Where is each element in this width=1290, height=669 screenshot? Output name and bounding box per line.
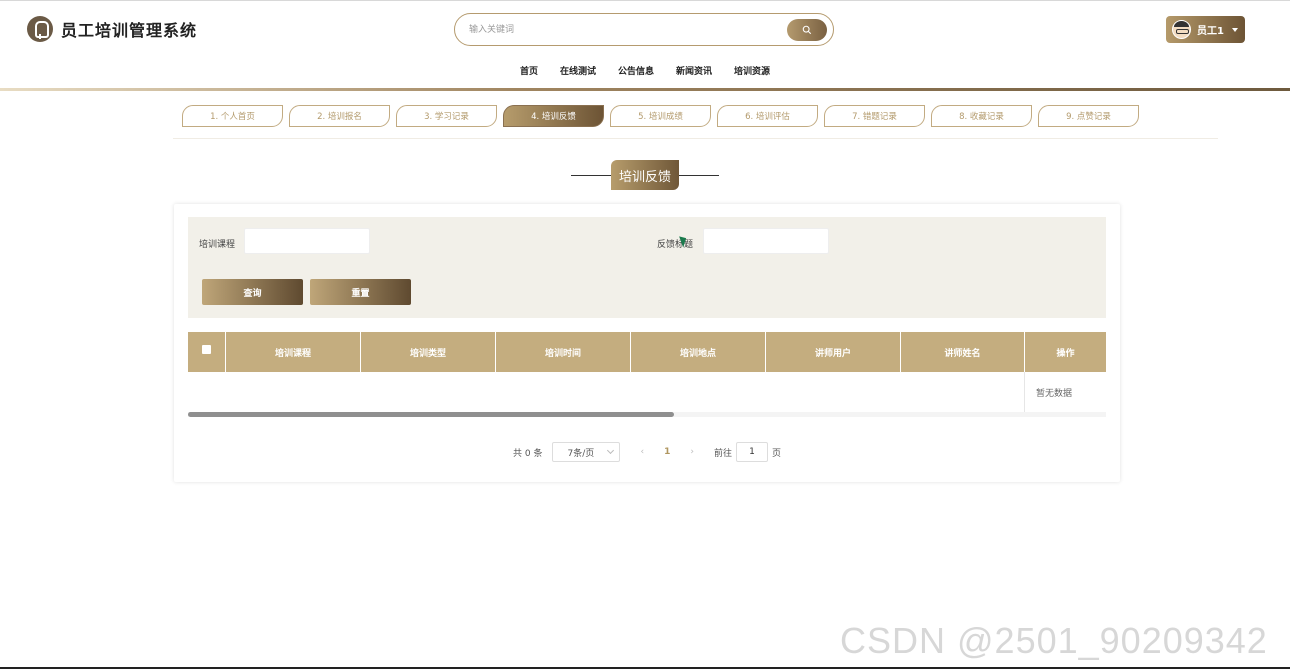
logo-icon <box>27 16 53 42</box>
page-size-value: 7条/页 <box>567 448 595 459</box>
content-card: 培训课程 反馈标题 查询 重置 培训课程 培训类型 培训时间 培训地点 讲师用户… <box>174 204 1120 482</box>
tab-training-signup[interactable]: 2. 培训报名 <box>289 105 390 127</box>
nav-home[interactable]: 首页 <box>520 64 538 77</box>
nav-news[interactable]: 新闻资讯 <box>676 64 712 77</box>
course-input[interactable] <box>244 228 370 254</box>
total-count: 共 0 条 <box>513 448 543 459</box>
chevron-down-icon <box>607 446 615 455</box>
page-size-select[interactable]: 7条/页 <box>552 442 621 462</box>
top-nav: 首页 在线测试 公告信息 新闻资讯 培训资源 <box>0 64 1290 77</box>
prev-page-icon[interactable]: ‹ <box>640 447 644 457</box>
tab-training-feedback[interactable]: 4. 培训反馈 <box>503 105 604 127</box>
goto-page-input[interactable]: 1 <box>735 442 768 462</box>
section-heading: 培训反馈 <box>0 160 1290 190</box>
filter-panel: 培训课程 反馈标题 查询 重置 <box>188 217 1106 318</box>
query-button[interactable]: 查询 <box>202 279 303 305</box>
app-title: 员工培训管理系统 <box>61 21 198 40</box>
col-lecturer-user[interactable]: 讲师用户 <box>766 332 901 372</box>
col-course[interactable]: 培训课程 <box>226 332 361 372</box>
pagination: 共 0 条 7条/页 ‹ 1 › 前往 1 页 <box>174 442 1120 462</box>
fixed-column-divider <box>1024 372 1025 416</box>
search-input[interactable] <box>469 21 769 39</box>
tab-favorites[interactable]: 8. 收藏记录 <box>931 105 1032 127</box>
feedback-table: 培训课程 培训类型 培训时间 培训地点 讲师用户 讲师姓名 操作 暂无数据 <box>188 332 1106 417</box>
select-all-checkbox[interactable] <box>202 344 211 354</box>
nav-announcements[interactable]: 公告信息 <box>618 64 654 77</box>
avatar <box>1172 20 1191 39</box>
horizontal-scrollbar-thumb[interactable] <box>188 412 674 417</box>
app-logo[interactable]: 员工培训管理系统 <box>27 16 197 42</box>
tab-training-scores[interactable]: 5. 培训成绩 <box>610 105 711 127</box>
heading-line-right <box>679 174 719 176</box>
col-actions: 操作 <box>1056 348 1075 359</box>
page-title: 培训反馈 <box>610 160 679 190</box>
heading-line-left <box>570 174 611 176</box>
tab-personal-home[interactable]: 1. 个人首页 <box>182 105 283 127</box>
next-page-icon[interactable]: › <box>690 447 694 457</box>
feedback-title-input[interactable] <box>703 228 829 254</box>
page-frame: 员工培训管理系统 员工1 首页 在线测试 公告信息 新闻资讯 培训资源 1. 个… <box>0 0 1290 669</box>
course-label: 培训课程 <box>199 240 236 250</box>
tab-wrong-answers[interactable]: 7. 错题记录 <box>824 105 925 127</box>
caret-down-icon <box>1231 27 1238 32</box>
user-menu[interactable]: 员工1 <box>1166 16 1245 43</box>
select-all-cell <box>188 332 226 372</box>
tab-likes[interactable]: 9. 点赞记录 <box>1038 105 1139 127</box>
reset-button[interactable]: 重置 <box>310 279 411 305</box>
page-number[interactable]: 1 <box>664 447 670 457</box>
col-lecturer-name[interactable]: 讲师姓名 <box>901 332 1025 372</box>
user-name: 员工1 <box>1197 26 1224 37</box>
tab-study-records[interactable]: 3. 学习记录 <box>396 105 497 127</box>
tab-training-evaluation[interactable]: 6. 培训评估 <box>717 105 818 127</box>
nav-online-test[interactable]: 在线测试 <box>560 64 596 77</box>
col-time[interactable]: 培训时间 <box>496 332 631 372</box>
table-body: 暂无数据 <box>188 372 1106 416</box>
search-button[interactable] <box>787 19 827 41</box>
table-header: 培训课程 培训类型 培训时间 培训地点 讲师用户 讲师姓名 操作 <box>188 332 1106 372</box>
page-suffix: 页 <box>771 448 781 459</box>
watermark: CSDN @2501_90209342 <box>840 620 1268 661</box>
goto-label: 前往 <box>713 448 732 459</box>
search-bar <box>454 13 834 46</box>
tabs-divider <box>173 138 1218 139</box>
col-location[interactable]: 培训地点 <box>631 332 766 372</box>
col-type[interactable]: 培训类型 <box>361 332 496 372</box>
user-tabs: 1. 个人首页 2. 培训报名 3. 学习记录 4. 培训反馈 5. 培训成绩 … <box>182 105 1139 127</box>
empty-text: 暂无数据 <box>1036 389 1073 399</box>
nav-resources[interactable]: 培训资源 <box>734 64 770 77</box>
search-icon <box>802 25 812 35</box>
nav-divider <box>0 88 1290 91</box>
